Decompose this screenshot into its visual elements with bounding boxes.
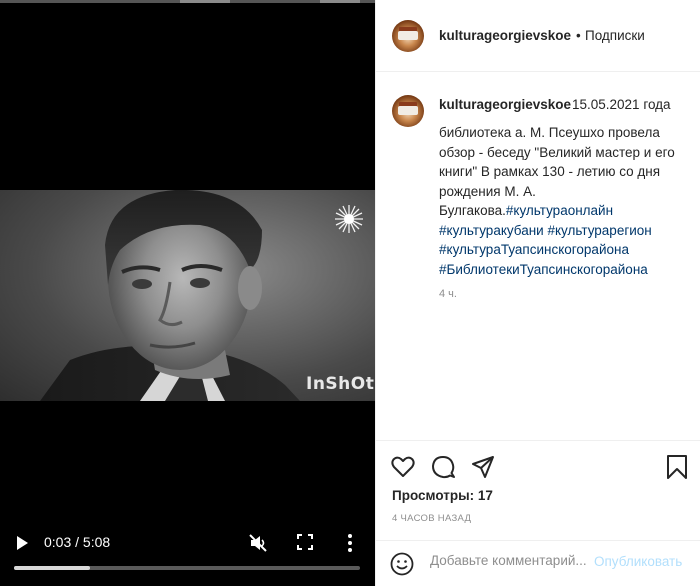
views-number: 17 [477, 488, 493, 503]
post-side-panel: kulturageorgievskoe • Подписки kulturage… [375, 0, 700, 586]
views-count: Просмотры: 17 [392, 488, 493, 503]
caption-date: 15.05.2021 года [572, 97, 671, 112]
avatar[interactable] [392, 20, 424, 52]
hashtag-link[interactable]: #культураонлайн [506, 203, 613, 218]
caption-text: библиотека а. М. Псеушхо провела обзор -… [439, 123, 689, 279]
following-button[interactable]: Подписки [585, 28, 645, 43]
caption-username[interactable]: kulturageorgievskoe [439, 97, 571, 112]
posted-time: 4 ЧАСОВ НАЗАД [392, 513, 472, 524]
views-label: Просмотры: [392, 488, 475, 503]
caption-avatar[interactable] [392, 95, 424, 127]
mute-icon[interactable] [248, 533, 268, 553]
hashtag-link[interactable]: #культуракубани [439, 223, 544, 238]
publish-button[interactable]: Опубликовать [594, 554, 682, 569]
comment-icon[interactable] [430, 454, 456, 480]
video-controls: 0:03 / 5:08 [0, 528, 375, 586]
header-username[interactable]: kulturageorgievskoe [439, 28, 571, 43]
comment-bar: Опубликовать [376, 540, 700, 586]
portrait-image [40, 190, 300, 401]
progress-bar[interactable] [14, 566, 360, 570]
time-display: 0:03 / 5:08 [44, 534, 111, 550]
top-strip [0, 0, 375, 3]
hashtag-link[interactable]: #БиблиотекиТуапсинскогорайона [439, 262, 648, 277]
video-frame[interactable] [0, 190, 375, 401]
post-header: kulturageorgievskoe • Подписки [376, 0, 700, 72]
share-icon[interactable] [470, 454, 496, 480]
caption-age: 4 ч. [439, 288, 457, 300]
emoji-icon[interactable] [390, 552, 414, 576]
heart-icon[interactable] [390, 454, 416, 480]
inshot-watermark: InShOt [306, 374, 375, 394]
video-player[interactable]: InShOt 0:03 / 5:08 [0, 0, 375, 586]
play-icon[interactable] [14, 535, 30, 551]
more-options-icon[interactable] [346, 532, 354, 554]
progress-fill [14, 566, 91, 570]
hashtag-link[interactable]: #культураТуапсинскогорайона [439, 242, 629, 257]
sun-icon [335, 205, 363, 233]
post-actions: Просмотры: 17 4 ЧАСОВ НАЗАД Опубликовать [376, 440, 700, 586]
hashtag-link[interactable]: #культурарегион [547, 223, 651, 238]
fullscreen-icon[interactable] [297, 534, 313, 550]
separator-dot: • [576, 28, 581, 43]
bookmark-icon[interactable] [664, 454, 690, 480]
comment-input[interactable] [430, 553, 590, 568]
